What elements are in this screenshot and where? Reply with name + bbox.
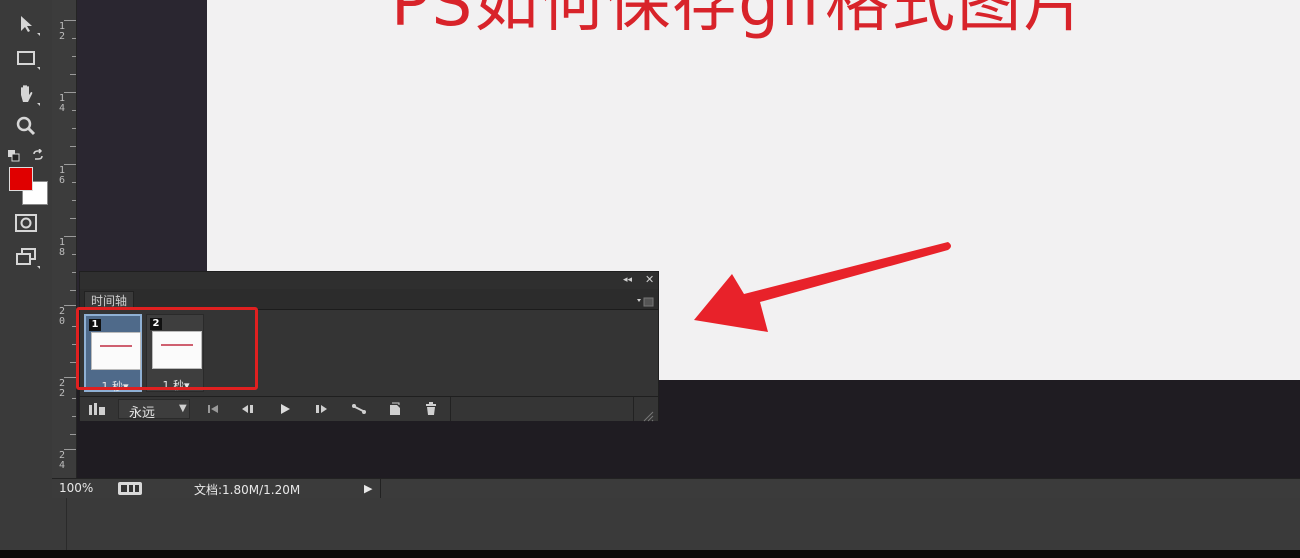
- frames-highlight-box: [76, 307, 258, 390]
- annotation-arrow: [694, 242, 951, 332]
- panel-close-icon[interactable]: ✕: [645, 273, 654, 286]
- zoom-level[interactable]: 100%: [59, 481, 93, 495]
- play-icon[interactable]: [270, 399, 300, 419]
- status-bar: 100% 文档:1.80M/1.20M ▶: [52, 478, 1300, 499]
- tween-icon[interactable]: [344, 399, 374, 419]
- loop-option: 永远: [129, 406, 156, 421]
- default-colors-icon[interactable]: [8, 147, 20, 162]
- first-frame-icon[interactable]: [198, 399, 228, 419]
- resize-grip-icon[interactable]: [642, 407, 654, 422]
- panel-menu-icon[interactable]: [636, 293, 654, 307]
- panel-collapse-icon[interactable]: ◂◂: [623, 275, 632, 285]
- document-size: 文档:1.80M/1.20M: [194, 483, 301, 497]
- foreground-color-swatch[interactable]: [9, 167, 33, 191]
- vertical-ruler: 12 14 16 18 20 22 24: [52, 0, 77, 478]
- bottom-panel-area: [0, 498, 1300, 550]
- prev-frame-icon[interactable]: [233, 399, 263, 419]
- swap-colors-icon[interactable]: [32, 146, 44, 160]
- zoom-icon[interactable]: [12, 112, 40, 140]
- tools-panel: [0, 0, 53, 498]
- marquee-icon[interactable]: [12, 44, 40, 72]
- screen-edge: [0, 550, 1300, 558]
- quick-mask-icon[interactable]: [12, 209, 40, 237]
- proof-icon[interactable]: [118, 482, 142, 495]
- hand-icon[interactable]: [12, 80, 40, 108]
- canvas-title-text: PS如何保存gif格式图片: [391, 0, 1090, 41]
- duplicate-frame-icon[interactable]: [380, 399, 410, 419]
- status-menu-arrow-icon[interactable]: ▶: [364, 482, 372, 495]
- next-frame-icon[interactable]: [306, 399, 336, 419]
- move-icon[interactable]: [12, 10, 40, 38]
- convert-to-video-timeline-icon[interactable]: [82, 399, 112, 419]
- trash-icon[interactable]: [416, 399, 446, 419]
- timeline-controls: 永远 ▼: [80, 396, 658, 422]
- loop-select[interactable]: 永远 ▼: [118, 399, 190, 421]
- screen-mode-icon[interactable]: [12, 243, 40, 271]
- chevron-down-icon: ▼: [179, 403, 187, 414]
- panel-header: ◂◂ ✕: [80, 272, 658, 289]
- divider: [66, 498, 67, 550]
